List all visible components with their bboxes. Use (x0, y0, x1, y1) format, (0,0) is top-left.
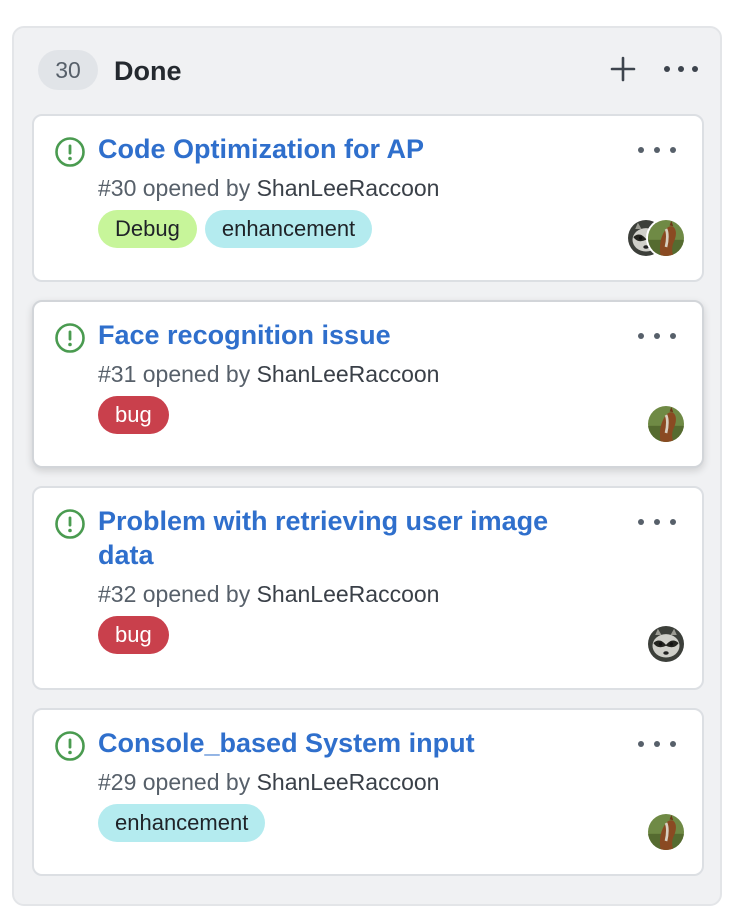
kebab-horizontal-icon (638, 519, 676, 525)
horse-avatar[interactable] (646, 812, 686, 852)
assignee-avatars (646, 624, 686, 664)
issue-title-link[interactable]: Console_based System input (98, 726, 598, 760)
opened-by-text: opened by (136, 769, 257, 795)
kebab-horizontal-icon (664, 66, 698, 72)
label-debug[interactable]: Debug (98, 210, 197, 248)
issue-status (54, 322, 86, 354)
issue-author[interactable]: ShanLeeRaccoon (257, 581, 440, 607)
issue-author[interactable]: ShanLeeRaccoon (257, 769, 440, 795)
issue-author[interactable]: ShanLeeRaccoon (257, 361, 440, 387)
issue-card[interactable]: Code Optimization for AP #30 opened by Sh… (32, 114, 704, 282)
card-menu-button[interactable] (634, 510, 680, 534)
label-bug[interactable]: bug (98, 616, 169, 654)
assignee-avatars (626, 218, 686, 258)
issue-card[interactable]: Face recognition issue #31 opened by Shan… (32, 300, 704, 468)
raccoon-avatar[interactable] (646, 624, 686, 664)
issue-number: #29 (98, 769, 137, 795)
issue-title-link[interactable]: Code Optimization for AP (98, 132, 598, 166)
issue-opened-icon (55, 323, 85, 353)
issue-number: #32 (98, 581, 137, 607)
add-item-button[interactable] (608, 54, 638, 84)
column-menu-button[interactable] (662, 54, 700, 84)
issue-title-link[interactable]: Face recognition issue (98, 318, 598, 352)
issue-title-link[interactable]: Problem with retrieving user image data (98, 504, 598, 572)
opened-by-text: opened by (136, 175, 257, 201)
issue-number: #30 (98, 175, 137, 201)
opened-by-text: opened by (136, 361, 257, 387)
issue-author[interactable]: ShanLeeRaccoon (257, 175, 440, 201)
label-list: bug (98, 396, 169, 434)
label-enhancement[interactable]: enhancement (204, 210, 373, 248)
card-menu-button[interactable] (634, 138, 680, 162)
assignee-avatars (646, 404, 686, 444)
label-list: bug (98, 616, 169, 654)
horse-avatar[interactable] (646, 218, 686, 258)
card-menu-button[interactable] (634, 324, 680, 348)
issue-opened-icon (55, 137, 85, 167)
kebab-horizontal-icon (638, 333, 676, 339)
issue-status (54, 508, 86, 540)
issue-card[interactable]: Problem with retrieving user image data #… (32, 486, 704, 690)
label-bug[interactable]: bug (98, 396, 169, 434)
assignee-avatars (646, 812, 686, 852)
kebab-horizontal-icon (638, 741, 676, 747)
opened-by-text: opened by (136, 581, 257, 607)
horse-avatar[interactable] (646, 404, 686, 444)
issue-meta: #32 opened by ShanLeeRaccoon (98, 580, 439, 608)
issue-card[interactable]: Console_based System input #29 opened by … (32, 708, 704, 876)
card-menu-button[interactable] (634, 732, 680, 756)
column-title: Done (114, 56, 182, 86)
issue-opened-icon (55, 509, 85, 539)
project-column-done: 30 Done Code Optimization for AP #30 open… (12, 26, 722, 906)
label-list: enhancement (98, 804, 266, 842)
issue-meta: #30 opened by ShanLeeRaccoon (98, 174, 439, 202)
issue-status (54, 136, 86, 168)
plus-icon (610, 56, 636, 82)
label-enhancement[interactable]: enhancement (98, 804, 266, 842)
label-list: Debug enhancement (98, 210, 373, 248)
issue-opened-icon (55, 731, 85, 761)
kebab-horizontal-icon (638, 147, 676, 153)
issue-meta: #31 opened by ShanLeeRaccoon (98, 360, 439, 388)
issue-status (54, 730, 86, 762)
column-header: 30 Done (14, 28, 720, 114)
issue-meta: #29 opened by ShanLeeRaccoon (98, 768, 439, 796)
issue-number: #31 (98, 361, 137, 387)
item-count-badge: 30 (38, 50, 98, 90)
